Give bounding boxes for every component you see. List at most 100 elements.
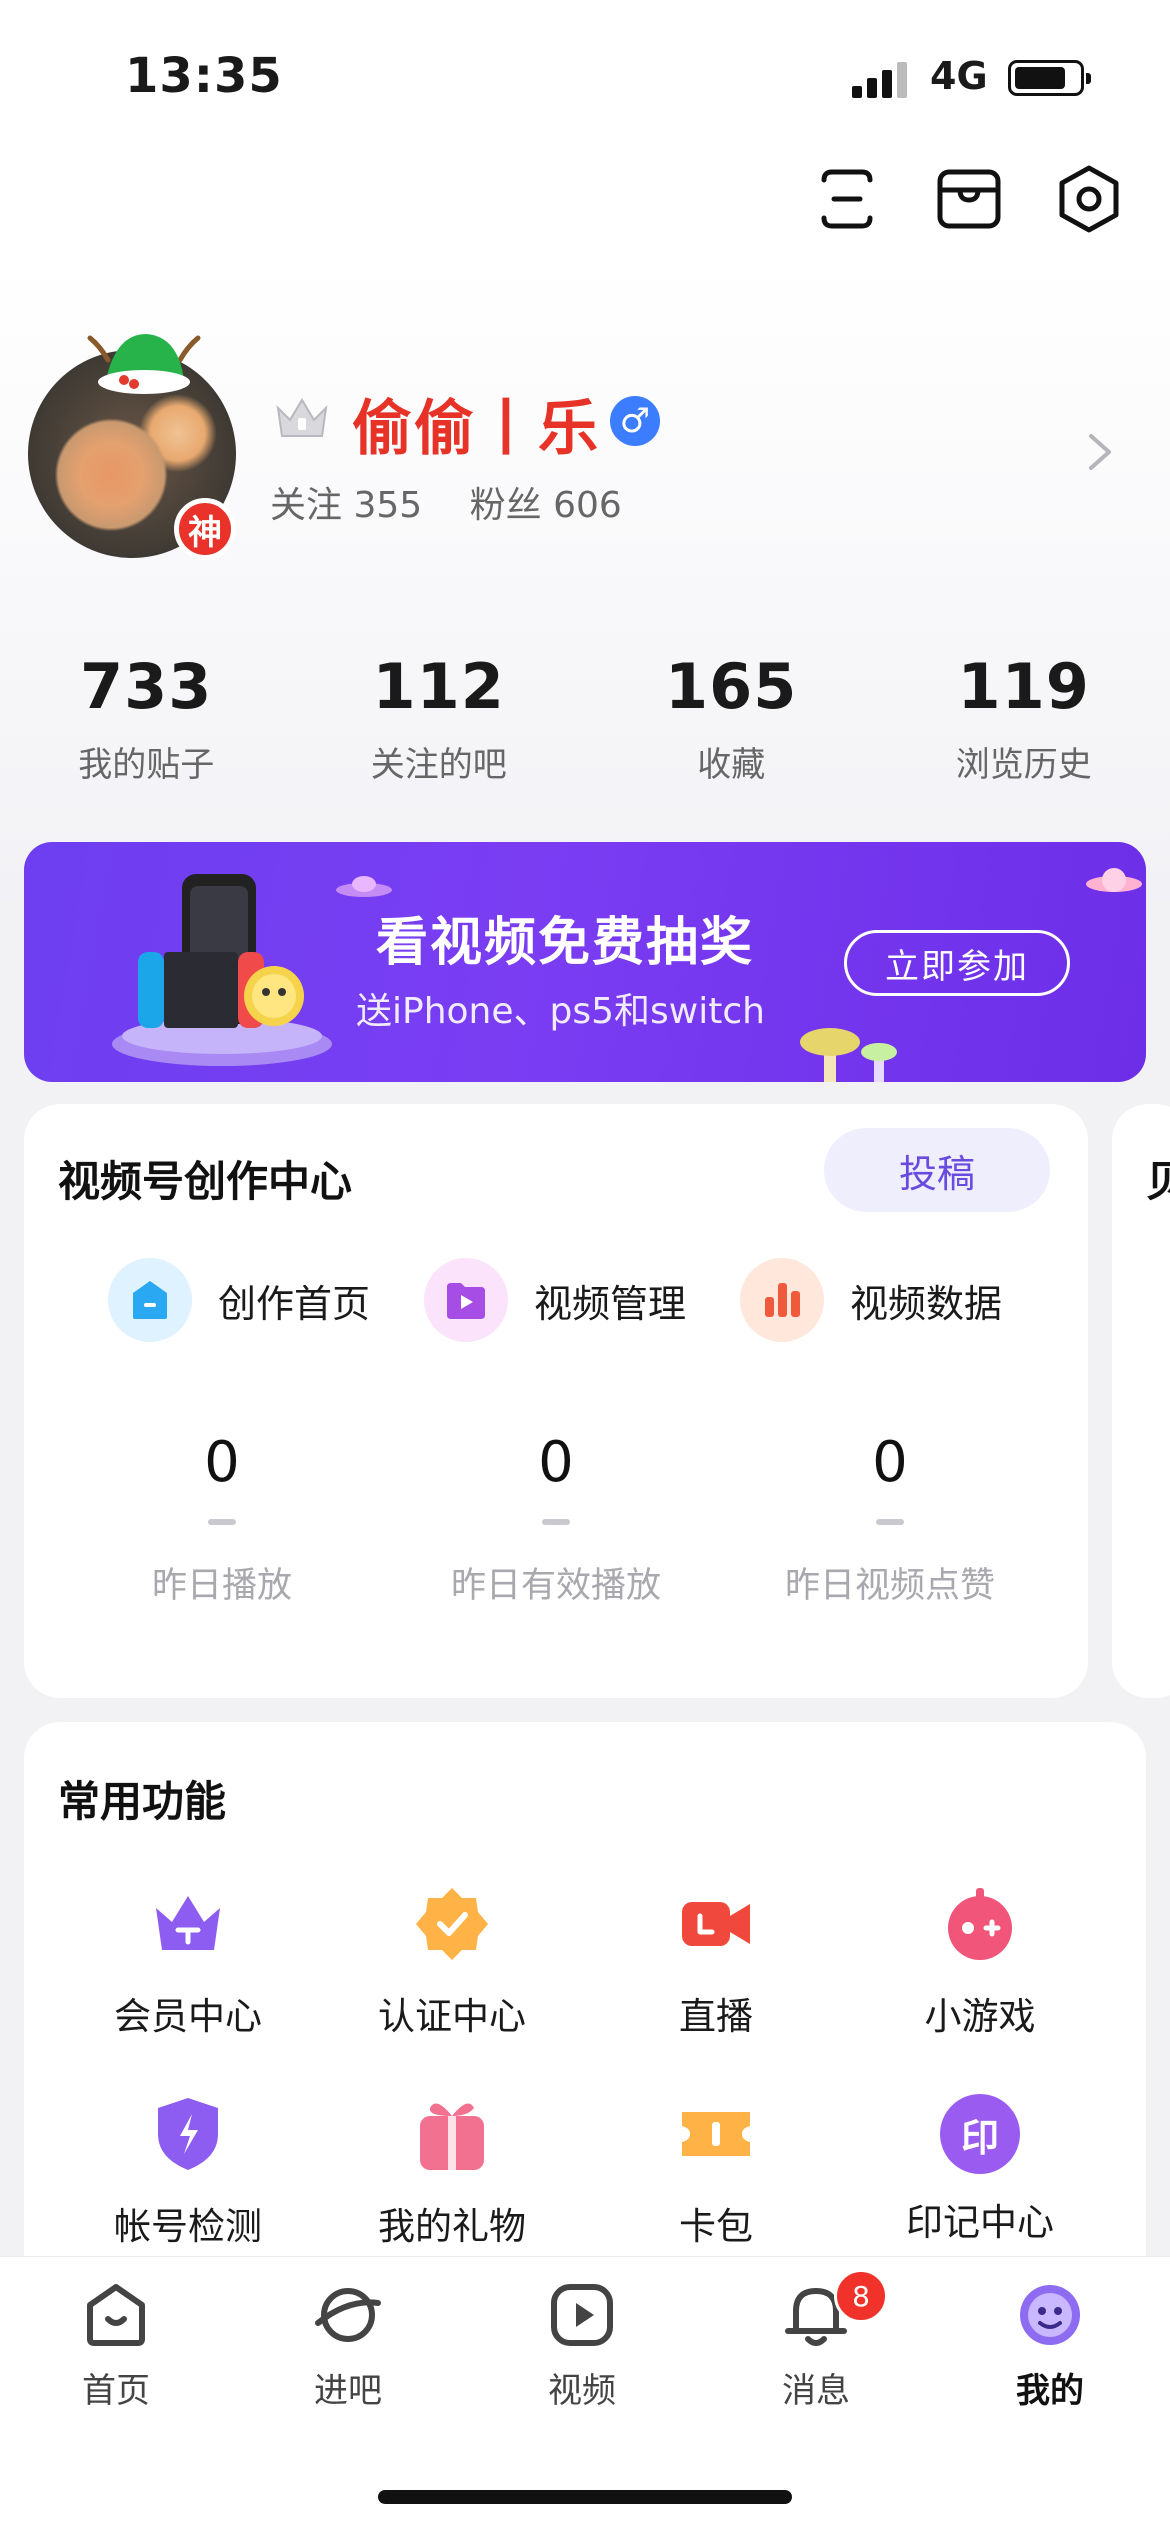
- username[interactable]: 偷偷丨乐: [352, 380, 600, 467]
- planet-icon: [315, 2288, 381, 2342]
- tab-home[interactable]: 首页: [26, 2279, 206, 2412]
- metric-divider: [542, 1519, 570, 1525]
- func-live[interactable]: 直播: [586, 1884, 846, 2040]
- stat-label: 我的贴子: [78, 745, 215, 785]
- tab-messages[interactable]: 8 消息: [726, 2269, 906, 2412]
- metric-value: 0: [538, 1430, 574, 1495]
- tab-video[interactable]: 视频: [492, 2279, 672, 2412]
- metric-label: 昨日视频点赞: [784, 1566, 995, 1606]
- tab-label: 我的: [1016, 2371, 1084, 2411]
- store-box-icon[interactable]: [932, 162, 1006, 236]
- stat-value: 119: [957, 650, 1090, 723]
- bar-chart-icon: [740, 1258, 824, 1342]
- stat-favorites[interactable]: 165 收藏: [585, 650, 878, 786]
- quick-link-video-management[interactable]: 视频管理: [424, 1258, 686, 1342]
- tab-mine[interactable]: 我的: [960, 2279, 1140, 2412]
- func-label: 认证中心: [378, 1995, 526, 2038]
- follow-stats: 关注 355 粉丝 606: [270, 476, 658, 528]
- unread-badge: 8: [834, 2269, 888, 2323]
- scan-icon[interactable]: [810, 162, 884, 236]
- rank-badge: 神: [174, 498, 236, 560]
- gift-icon: [420, 2103, 484, 2170]
- followers-count[interactable]: 粉丝 606: [470, 485, 622, 526]
- func-member-center[interactable]: 会员中心: [58, 1884, 318, 2040]
- verified-badge-icon: [416, 1888, 488, 1960]
- metric-divider: [208, 1519, 236, 1525]
- status-bar: 13:35 4G: [0, 0, 1170, 150]
- christmas-hat-icon: [87, 334, 201, 394]
- func-label: 帐号检测: [114, 2205, 262, 2248]
- func-my-gifts[interactable]: 我的礼物: [322, 2094, 582, 2250]
- quick-link-label: 视频数据: [850, 1281, 1003, 1326]
- home-indicator[interactable]: [378, 2490, 792, 2504]
- tab-label: 首页: [82, 2371, 150, 2411]
- play-icon: [551, 2284, 613, 2346]
- func-mini-games[interactable]: 小游戏: [850, 1884, 1110, 2040]
- creator-center-title: 视频号创作中心: [58, 1157, 353, 1206]
- func-label: 小游戏: [924, 1995, 1036, 2038]
- metric-value: 0: [872, 1430, 908, 1495]
- metric-yesterday-likes[interactable]: 0 昨日视频点赞: [740, 1430, 1040, 1608]
- metric-label: 昨日播放: [151, 1566, 292, 1606]
- quick-link-video-data[interactable]: 视频数据: [740, 1258, 1002, 1342]
- func-account-check[interactable]: 帐号检测: [58, 2094, 318, 2250]
- metric-value: 0: [204, 1430, 240, 1495]
- func-label: 卡包: [679, 2205, 753, 2248]
- metric-divider: [876, 1519, 904, 1525]
- stat-value: 112: [372, 650, 505, 723]
- ticket-icon: [682, 2112, 750, 2156]
- metric-yesterday-valid-plays[interactable]: 0 昨日有效播放: [406, 1430, 706, 1608]
- home-icon: [108, 1258, 192, 1342]
- quick-link-label: 视频管理: [534, 1281, 687, 1326]
- crown-icon: [156, 1896, 220, 1950]
- ufo-icon: [336, 876, 392, 897]
- quick-link-creation-home[interactable]: 创作首页: [108, 1258, 370, 1342]
- common-functions-title: 常用功能: [58, 1777, 227, 1826]
- seal-glyph: 印: [960, 2115, 999, 2160]
- next-card-peek[interactable]: 贝: [1112, 1104, 1170, 1698]
- func-label: 直播: [679, 1995, 753, 2038]
- smile-face-icon: [1020, 2285, 1080, 2345]
- banner-title: 看视频免费抽奖: [376, 913, 755, 973]
- stat-my-posts[interactable]: 733 我的贴子: [0, 650, 293, 786]
- promo-banner[interactable]: 看视频免费抽奖 送iPhone、ps5和switch 立即参加: [24, 842, 1146, 1082]
- stat-history[interactable]: 119 浏览历史: [878, 650, 1170, 786]
- next-card-title: 贝: [1146, 1157, 1170, 1206]
- func-verify-center[interactable]: 认证中心: [322, 1884, 582, 2040]
- submit-post-button[interactable]: 投稿: [824, 1128, 1050, 1212]
- quick-link-label: 创作首页: [218, 1281, 371, 1326]
- planet-decoration-icon: [1086, 868, 1142, 892]
- tab-enter-bar[interactable]: 进吧: [258, 2279, 438, 2412]
- stat-followed-bars[interactable]: 112 关注的吧: [293, 650, 586, 786]
- following-count[interactable]: 关注 355: [270, 485, 422, 526]
- signal-icon: [852, 62, 912, 98]
- metric-yesterday-plays[interactable]: 0 昨日播放: [72, 1430, 372, 1608]
- tab-label: 消息: [782, 2371, 850, 2411]
- stat-label: 关注的吧: [370, 745, 507, 785]
- seal-icon: 印: [940, 2094, 1020, 2174]
- live-camera-icon: [682, 1902, 750, 1946]
- shield-icon: [158, 2098, 218, 2170]
- func-label: 印记中心: [906, 2201, 1054, 2244]
- stat-label: 浏览历史: [955, 745, 1092, 785]
- stat-value: 733: [80, 650, 213, 723]
- join-now-button[interactable]: 立即参加: [844, 930, 1070, 996]
- settings-hexagon-icon[interactable]: [1052, 162, 1126, 236]
- banner-subtitle: 送iPhone、ps5和switch: [356, 991, 765, 1032]
- chevron-right-icon[interactable]: [1085, 430, 1115, 474]
- stat-label: 收藏: [697, 745, 766, 785]
- tab-label: 进吧: [314, 2371, 382, 2411]
- mushroom-decoration-icon: [800, 1028, 897, 1082]
- male-gender-icon: ♂: [610, 396, 660, 446]
- avatar-container[interactable]: 神: [28, 330, 238, 560]
- func-label: 会员中心: [114, 1995, 262, 2038]
- stat-value: 165: [665, 650, 798, 723]
- video-folder-icon: [424, 1258, 508, 1342]
- prize-devices-illustration: [112, 874, 332, 1066]
- func-card-wallet[interactable]: 卡包: [586, 2094, 846, 2250]
- func-seal-center[interactable]: 印 印记中心: [850, 2094, 1110, 2246]
- status-time: 13:35: [125, 48, 283, 104]
- network-type: 4G: [930, 54, 988, 98]
- func-label: 我的礼物: [378, 2205, 526, 2248]
- battery-icon: [1008, 60, 1091, 96]
